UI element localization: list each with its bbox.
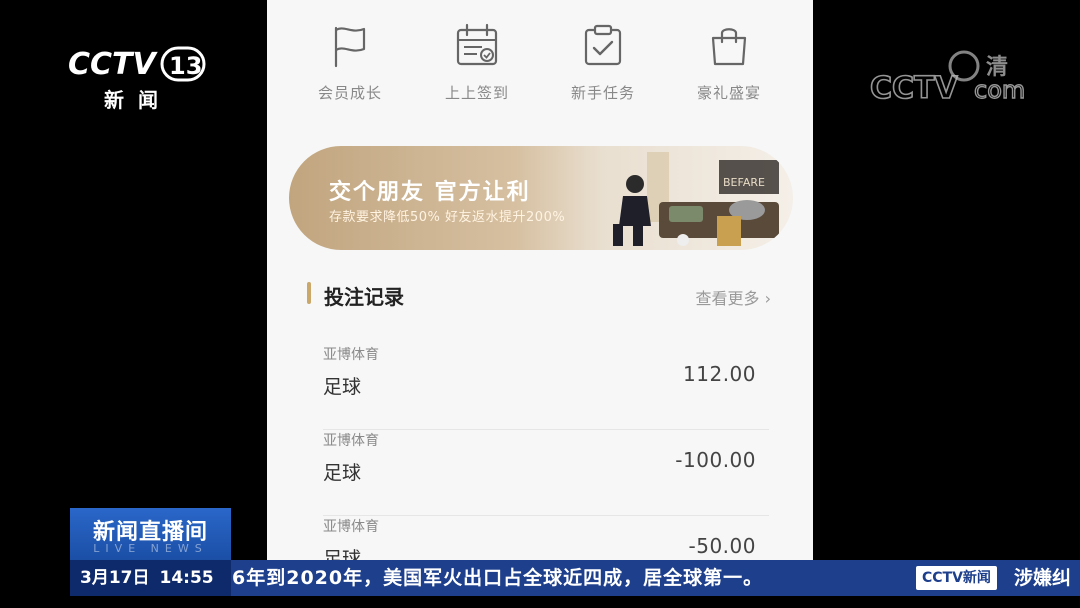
nav-label: 上上签到 — [444, 84, 509, 102]
nav-label: 豪礼盛宴 — [696, 84, 761, 102]
record-sport: 足球 — [323, 376, 362, 398]
record-amount: -100.00 — [675, 448, 756, 472]
record-row[interactable]: 亚博体育 足球 -100.00 — [323, 430, 769, 516]
ticker-headline-next: 涉嫌纠 — [1014, 567, 1072, 589]
svg-text:CCTV: CCTV — [870, 71, 958, 104]
nav-checkin[interactable]: 上上签到 — [422, 22, 532, 103]
ticker-time: 14:55 — [159, 568, 214, 588]
cctv13-logo: CCTV 13 新闻 — [66, 44, 206, 112]
nav-label: 新手任务 — [570, 84, 635, 102]
record-row[interactable]: 亚博体育 足球 -50.00 — [323, 516, 769, 560]
cctv-hd-watermark: 清 CCTV com — [869, 50, 1026, 104]
ticker-headline: 6年到2020年，美国军火出口占全球近四成，居全球第一。 — [232, 567, 764, 589]
nav-label: 会员成长 — [317, 84, 382, 102]
news-ticker: 3月17日 14:55 6年到2020年，美国军火出口占全球近四成，居全球第一。 … — [70, 560, 1080, 596]
record-platform: 亚博体育 — [323, 347, 379, 363]
svg-text:com: com — [974, 76, 1025, 104]
calendar-icon — [456, 23, 498, 66]
svg-text:13: 13 — [169, 52, 202, 80]
flag-icon — [334, 26, 366, 68]
record-platform: 亚博体育 — [323, 433, 379, 449]
banner-art-label: BEFARE — [723, 176, 765, 189]
record-sport: 足球 — [323, 548, 362, 560]
nav-member-growth[interactable]: 会员成长 — [295, 22, 405, 103]
record-amount: -50.00 — [688, 534, 756, 558]
section-title: 投注记录 — [324, 285, 404, 309]
cctv-news-logo: CCTV新闻 — [916, 566, 997, 590]
banner-title: 交个朋友 官方让利 — [329, 180, 531, 205]
banner-subtitle: 存款要求降低50% 好友返水提升200% — [329, 210, 566, 225]
record-sport: 足球 — [323, 462, 362, 484]
program-title-box: 新闻直播间 LIVE NEWS — [70, 508, 231, 560]
promo-banner[interactable]: 交个朋友 官方让利 存款要求降低50% 好友返水提升200% BEFARE — [289, 146, 793, 250]
view-more-link[interactable]: 查看更多 › — [696, 285, 772, 309]
program-subtitle: LIVE NEWS — [93, 542, 208, 555]
record-row[interactable]: 亚博体育 足球 112.00 — [323, 344, 769, 430]
nav-gift-feast[interactable]: 豪礼盛宴 — [674, 22, 784, 103]
app-screen: 会员成长 上上签到 新手任务 豪礼盛宴 交个朋友 官方让利 存款要求降低50% … — [267, 0, 813, 560]
shopping-bag-icon — [711, 28, 747, 66]
record-platform: 亚博体育 — [323, 519, 379, 535]
svg-text:CCTV: CCTV — [68, 47, 158, 82]
nav-newbie-tasks[interactable]: 新手任务 — [548, 22, 658, 103]
promo-illustration: BEFARE — [613, 152, 779, 246]
channel-news-label: 新闻 — [104, 88, 172, 112]
ticker-datetime: 3月17日 14:55 — [70, 560, 231, 596]
cctv13-wordmark: CCTV 13 — [68, 46, 206, 82]
ticker-date: 3月17日 — [80, 568, 150, 588]
record-amount: 112.00 — [683, 362, 756, 386]
quick-nav: 会员成长 上上签到 新手任务 豪礼盛宴 — [267, 22, 813, 112]
clipboard-check-icon — [584, 24, 622, 66]
section-accent-bar — [307, 282, 311, 304]
